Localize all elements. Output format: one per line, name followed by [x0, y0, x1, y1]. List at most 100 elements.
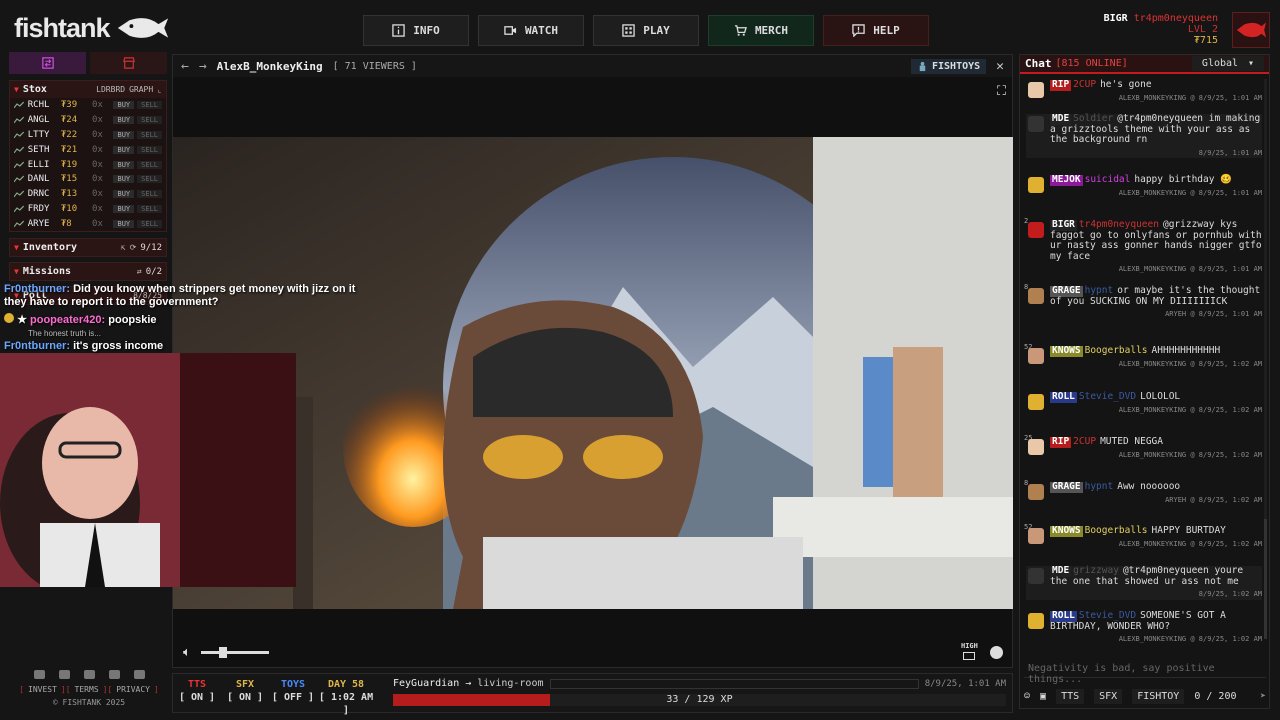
- stock-ticker: RCHL: [27, 100, 50, 111]
- sfx-toggle[interactable]: SFX [ ON ]: [221, 674, 269, 712]
- send-icon[interactable]: ➤: [1260, 691, 1266, 702]
- sell-button[interactable]: SELL: [137, 175, 162, 184]
- user-info[interactable]: BIGR tr4pm0neyqueen LVL 2 ₮715: [1104, 13, 1218, 46]
- nav-help-button[interactable]: HELP: [823, 15, 929, 46]
- discord-icon[interactable]: [83, 670, 95, 679]
- footer-terms-link[interactable]: TERMS: [75, 685, 99, 694]
- tab-stox[interactable]: [9, 52, 86, 74]
- missions-section[interactable]: ▼ Missions ⇄ 0/2: [9, 262, 167, 282]
- fullscreen-icon[interactable]: ⛶: [997, 84, 1006, 99]
- chat-avatar[interactable]: [1028, 484, 1044, 500]
- close-icon[interactable]: ✕: [996, 59, 1004, 74]
- chat-input[interactable]: Negativity is bad, say positive things..…: [1024, 659, 1266, 685]
- buy-button[interactable]: BUY: [113, 116, 135, 125]
- chat-avatar[interactable]: [1028, 394, 1044, 410]
- tiktok-icon[interactable]: [133, 670, 145, 679]
- missions-header[interactable]: ▼ Missions ⇄ 0/2: [10, 263, 166, 281]
- youtube-icon[interactable]: [33, 670, 45, 679]
- nav-play-button[interactable]: PLAY: [593, 15, 699, 46]
- footer-privacy-link[interactable]: PRIVACY: [116, 685, 150, 694]
- buy-button[interactable]: BUY: [113, 219, 135, 228]
- fishtank-logo[interactable]: fishtank: [14, 12, 172, 44]
- buy-button[interactable]: BUY: [113, 130, 135, 139]
- chat-username[interactable]: Soldier: [1073, 113, 1113, 124]
- volume-slider[interactable]: [200, 647, 269, 658]
- nav-merch-button[interactable]: MERCH: [708, 15, 814, 46]
- sell-button[interactable]: SELL: [137, 160, 162, 169]
- buy-button[interactable]: BUY: [113, 145, 135, 154]
- instagram-icon[interactable]: [108, 670, 120, 679]
- refresh-icon[interactable]: ⇄: [137, 267, 142, 276]
- chat-avatar[interactable]: [1028, 288, 1044, 304]
- tts-toggle[interactable]: TTS [ ON ]: [173, 674, 221, 712]
- chat-username[interactable]: 2CUP: [1073, 79, 1096, 90]
- chat-fishtoy-button[interactable]: FISHTOY: [1132, 688, 1185, 704]
- stox-header[interactable]: ▼ Stox LDRBRD GRAPH ⌞: [10, 81, 166, 98]
- chat-sfx-button[interactable]: SFX: [1094, 688, 1123, 704]
- emoji-icon[interactable]: ☺: [1024, 691, 1030, 702]
- buy-button[interactable]: BUY: [113, 160, 135, 169]
- chat-username[interactable]: hypnt: [1085, 285, 1114, 296]
- record-button[interactable]: [990, 646, 1003, 659]
- chat-avatar[interactable]: [1028, 568, 1044, 584]
- fishtoys-button[interactable]: FISHTOYS: [911, 58, 987, 74]
- sell-button[interactable]: SELL: [137, 130, 162, 139]
- sell-button[interactable]: SELL: [137, 116, 162, 125]
- chat-messages[interactable]: RIP 2CUP he's gone ALEXB_MONKEYKING @ 8/9/2…: [1020, 76, 1265, 646]
- gift-icon[interactable]: ▣: [1040, 691, 1046, 702]
- chat-avatar[interactable]: [1028, 439, 1044, 455]
- refresh-icon[interactable]: ⟳: [130, 243, 137, 252]
- sell-button[interactable]: SELL: [137, 145, 162, 154]
- chat-username[interactable]: Stevie_DVD: [1079, 391, 1136, 402]
- avatar[interactable]: [1232, 12, 1270, 48]
- chat-username[interactable]: grizzway: [1073, 565, 1119, 576]
- buy-button[interactable]: BUY: [113, 190, 135, 199]
- chat-avatar[interactable]: [1028, 82, 1044, 98]
- toys-toggle[interactable]: TOYS [ OFF ]: [269, 674, 317, 712]
- chat-username[interactable]: tr4pm0neyqueen: [1079, 219, 1159, 230]
- sell-button[interactable]: SELL: [137, 101, 162, 110]
- chat-avatar[interactable]: [1028, 222, 1044, 238]
- speaker-icon[interactable]: 🔈︎: [183, 645, 191, 660]
- buy-button[interactable]: BUY: [113, 204, 135, 213]
- inventory-section[interactable]: ▼ Inventory ⇱ ⟳ 9/12: [9, 238, 167, 258]
- chat-avatar[interactable]: [1028, 348, 1044, 364]
- buy-button[interactable]: BUY: [113, 175, 135, 184]
- forward-arrow-icon[interactable]: →: [199, 59, 207, 74]
- chat-username[interactable]: hypnt: [1085, 481, 1114, 492]
- chat-avatar[interactable]: [1028, 528, 1044, 544]
- graph-link[interactable]: GRAPH: [129, 85, 153, 94]
- chat-username[interactable]: 2CUP: [1073, 436, 1096, 447]
- tab-shop[interactable]: [90, 52, 167, 74]
- chat-avatar[interactable]: [1028, 116, 1044, 132]
- expand-icon[interactable]: ⇱: [121, 243, 126, 252]
- chat-meta: ALEXB_MONKEYKING @ 8/9/25, 1:02 AM: [1118, 405, 1262, 414]
- sell-button[interactable]: SELL: [137, 190, 162, 199]
- top-nav: INFO WATCH PLAY MERCH HELP: [363, 15, 929, 46]
- chat-username[interactable]: suicidal: [1085, 174, 1131, 185]
- chat-username[interactable]: Boogerballs: [1085, 345, 1148, 356]
- chat-tts-button[interactable]: TTS: [1056, 688, 1085, 704]
- inventory-title: Inventory: [22, 242, 78, 254]
- chat-avatar[interactable]: [1028, 177, 1044, 193]
- video-player[interactable]: ← → AlexB_MonkeyKing [ 71 VIEWERS ] FISH…: [172, 54, 1013, 668]
- twitter-icon[interactable]: [58, 670, 70, 679]
- stock-price: ₮24: [60, 115, 78, 126]
- back-arrow-icon[interactable]: ←: [181, 59, 189, 74]
- leaderboard-link[interactable]: LDRBRD: [96, 85, 125, 94]
- chat-username[interactable]: Boogerballs: [1085, 525, 1148, 536]
- chat-avatar[interactable]: [1028, 613, 1044, 629]
- nav-watch-button[interactable]: WATCH: [478, 15, 584, 46]
- sell-button[interactable]: SELL: [137, 219, 162, 228]
- chat-scrollbar[interactable]: [1264, 79, 1267, 639]
- chat-username[interactable]: Stevie_DVD: [1079, 610, 1136, 621]
- volume-handle[interactable]: [218, 647, 227, 658]
- sell-button[interactable]: SELL: [137, 204, 162, 213]
- footer-invest-link[interactable]: INVEST: [28, 685, 57, 694]
- chat-scope-select[interactable]: Global ▾: [1192, 56, 1264, 71]
- chat-badge: KNOWS: [1050, 345, 1083, 357]
- buy-button[interactable]: BUY: [113, 101, 135, 110]
- nav-info-button[interactable]: INFO: [363, 15, 469, 46]
- inventory-header[interactable]: ▼ Inventory ⇱ ⟳ 9/12: [10, 239, 166, 257]
- quality-toggle[interactable]: HIGH: [961, 642, 978, 660]
